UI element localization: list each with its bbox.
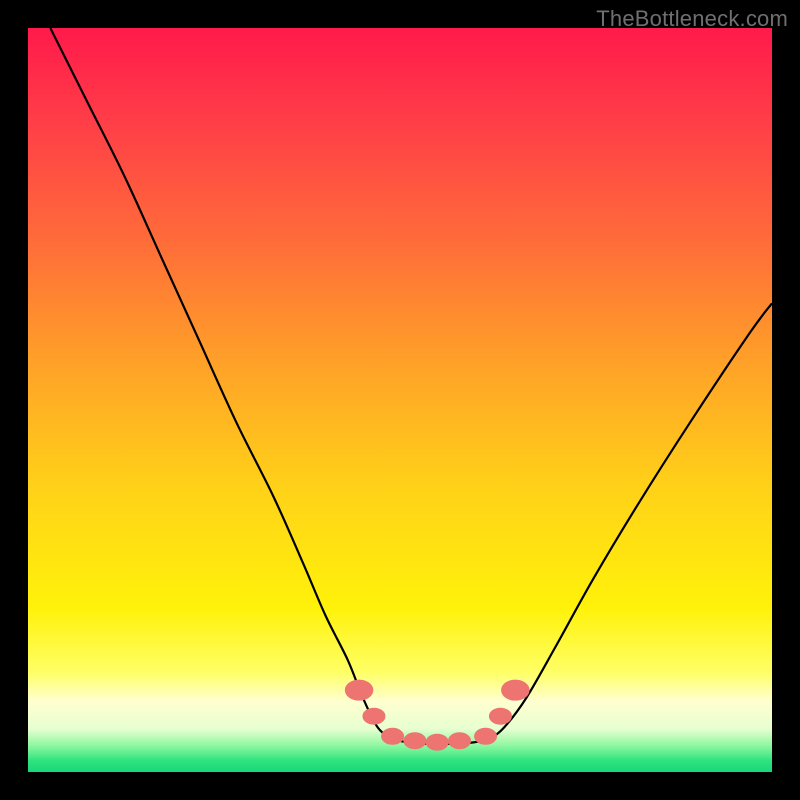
marker-point	[404, 733, 426, 749]
gradient-background	[28, 28, 772, 772]
marker-point	[345, 680, 373, 700]
marker-point	[449, 733, 471, 749]
bottleneck-chart	[28, 28, 772, 772]
marker-point	[502, 680, 530, 700]
marker-point	[426, 734, 448, 750]
marker-point	[475, 728, 497, 744]
marker-point	[382, 728, 404, 744]
marker-point	[489, 708, 511, 724]
marker-point	[363, 708, 385, 724]
outer-frame: TheBottleneck.com	[0, 0, 800, 800]
plot-area	[28, 28, 772, 772]
